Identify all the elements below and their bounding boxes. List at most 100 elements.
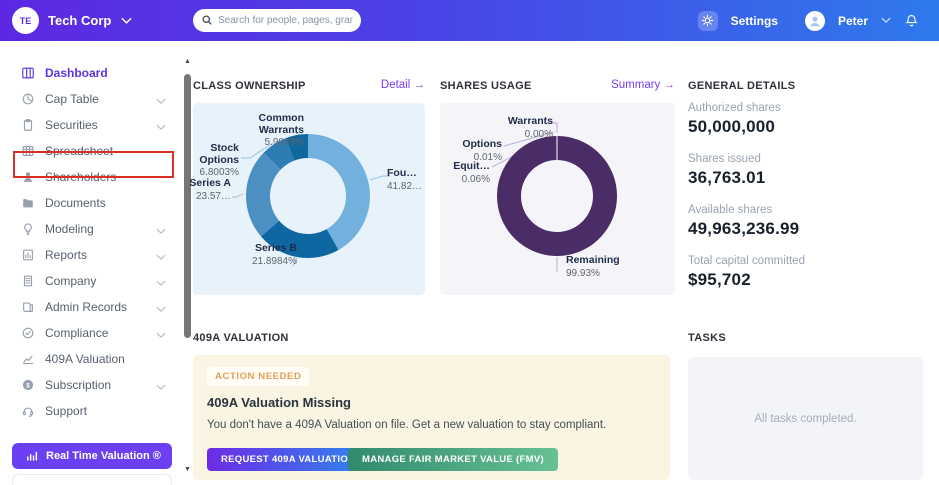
user-menu[interactable]: Peter — [838, 14, 868, 28]
sidebar-item-subscription[interactable]: $ Subscription — [0, 372, 180, 398]
search-icon — [202, 15, 212, 25]
sidebar-item-cap-table[interactable]: Cap Table — [0, 86, 180, 112]
slice-label: Series B 21.8984% — [251, 242, 297, 267]
spreadsheet-grid-icon — [20, 143, 36, 159]
slice-label: Fou… 41.82… — [387, 167, 423, 192]
sidebar-item-label: Support — [45, 404, 88, 418]
sidebar-item-modeling[interactable]: Modeling — [0, 216, 180, 242]
svg-text:$: $ — [26, 382, 30, 389]
detail-item: Shares issued 36,763.01 — [688, 153, 766, 187]
report-chart-icon — [20, 247, 36, 263]
clipboard-icon — [20, 117, 36, 133]
chevron-down-icon — [156, 276, 166, 290]
class-ownership-card: Common Warrants 5.9049% Stock Options 6.… — [189, 103, 425, 295]
action-needed-badge: ACTION NEEDED — [207, 367, 310, 386]
detail-item: Available shares 49,963,236.99 — [688, 204, 800, 238]
sidebar-item-label: Modeling — [45, 222, 94, 236]
company-switcher[interactable]: Tech Corp — [48, 13, 132, 28]
chevron-down-icon — [156, 380, 166, 394]
valuation-chart-icon — [20, 351, 36, 367]
summary-link[interactable]: Summary → — [585, 79, 675, 91]
chevron-down-icon — [121, 17, 132, 24]
chevron-down-icon[interactable] — [881, 17, 891, 24]
sidebar-item-admin-records[interactable]: Admin Records — [0, 294, 180, 320]
search-input[interactable] — [193, 9, 361, 32]
sidebar-item-documents[interactable]: Documents — [0, 190, 180, 216]
sidebar-partial-item — [12, 474, 172, 485]
slice-label: Common Warrants 5.9049% — [258, 112, 305, 149]
tasks-title: TASKS — [688, 332, 726, 344]
sidebar-item-label: Spreadsheet — [45, 144, 114, 158]
settings-button[interactable]: Settings — [731, 14, 778, 28]
sidebar-item-securities[interactable]: Securities — [0, 112, 180, 138]
company-logo[interactable]: TE — [12, 7, 39, 34]
valuation-409a-card: ACTION NEEDED 409A Valuation Missing You… — [193, 355, 670, 480]
sidebar-item-label: 409A Valuation — [45, 352, 125, 366]
sidebar-item-label: Shareholders — [45, 170, 117, 184]
dashboard-grid-icon — [20, 65, 36, 81]
sidebar-item-label: Admin Records — [45, 300, 128, 314]
dashboard-page: TE Tech Corp Settings Peter — [0, 0, 939, 485]
chevron-down-icon — [156, 328, 166, 342]
slice-label: Series A 23.57… — [189, 177, 231, 202]
slice-label: Warrants 0.00% — [507, 115, 553, 140]
manage-fmv-button[interactable]: MANAGE FAIR MARKET VALUE (FMV) — [348, 448, 558, 471]
sidebar-item-label: Dashboard — [45, 66, 108, 80]
bell-icon[interactable] — [904, 13, 919, 29]
user-icon — [810, 16, 820, 26]
chevron-down-icon — [156, 224, 166, 238]
chevron-down-icon — [156, 94, 166, 108]
bar-chart-icon — [24, 449, 38, 463]
global-search — [193, 9, 361, 32]
sidebar-item-reports[interactable]: Reports — [0, 242, 180, 268]
sidebar-item-spreadsheet[interactable]: Spreadsheet — [0, 138, 180, 164]
sidebar-item-label: Documents — [45, 196, 106, 210]
gear-icon[interactable] — [697, 10, 718, 31]
cta-label: Real Time Valuation ® — [46, 450, 161, 462]
sidebar-item-409a-valuation[interactable]: 409A Valuation — [0, 346, 180, 372]
shares-usage-card: Warrants 0.00% Options 0.01% Equit… 0.06… — [440, 103, 675, 295]
chevron-down-icon — [156, 250, 166, 264]
detail-item: Authorized shares 50,000,000 — [688, 102, 781, 136]
content-scrollbar: ▲ ▼ — [183, 58, 192, 478]
general-details-panel: Authorized shares 50,000,000 Shares issu… — [688, 102, 928, 306]
class-ownership-title: CLASS OWNERSHIP — [193, 80, 306, 92]
slice-label: Equit… 0.06% — [453, 160, 490, 185]
sidebar-item-label: Subscription — [45, 378, 112, 392]
detail-link[interactable]: Detail → — [345, 79, 425, 91]
tasks-card: All tasks completed. — [688, 357, 923, 480]
sidebar-item-company[interactable]: Company — [0, 268, 180, 294]
slice-label: Stock Options 6.8003% — [199, 142, 239, 179]
folder-icon — [20, 195, 36, 211]
sidebar-item-dashboard[interactable]: Dashboard — [0, 60, 180, 86]
support-headset-icon — [20, 403, 36, 419]
building-icon — [20, 273, 36, 289]
lightbulb-icon — [20, 221, 36, 237]
sidebar-item-shareholders[interactable]: Shareholders — [0, 164, 180, 190]
person-icon — [20, 169, 36, 185]
sidebar-item-support[interactable]: Support — [0, 398, 180, 424]
request-409a-valuation-button[interactable]: REQUEST 409A VALUATION — [207, 448, 370, 471]
scrollbar-thumb[interactable] — [184, 74, 191, 338]
header-actions: Settings Peter — [697, 0, 919, 41]
company-name: Tech Corp — [48, 13, 112, 28]
scroll-up-arrow[interactable]: ▲ — [183, 58, 192, 66]
shares-usage-title: SHARES USAGE — [440, 80, 532, 92]
scroll-down-arrow[interactable]: ▼ — [183, 466, 192, 474]
avatar[interactable] — [804, 10, 825, 31]
sidebar-item-label: Reports — [45, 248, 88, 262]
chevron-down-icon — [156, 302, 166, 316]
sidebar-item-compliance[interactable]: Compliance — [0, 320, 180, 346]
valuation-missing-heading: 409A Valuation Missing — [207, 395, 352, 410]
sidebar-item-label: Cap Table — [45, 92, 99, 106]
chevron-down-icon — [156, 120, 166, 134]
detail-item: Total capital committed $95,702 — [688, 255, 805, 289]
sidebar-nav: Dashboard Cap Table Securities Spreadshe… — [0, 60, 180, 424]
real-time-valuation-button[interactable]: Real Time Valuation ® — [12, 443, 172, 469]
sidebar-item-label: Compliance — [45, 326, 109, 340]
slice-label: Remaining 99.93% — [566, 254, 620, 279]
dollar-circle-icon: $ — [20, 377, 36, 393]
sidebar-item-label: Company — [45, 274, 97, 288]
tasks-empty-message: All tasks completed. — [754, 412, 857, 425]
slice-label: Options 0.01% — [462, 138, 502, 163]
